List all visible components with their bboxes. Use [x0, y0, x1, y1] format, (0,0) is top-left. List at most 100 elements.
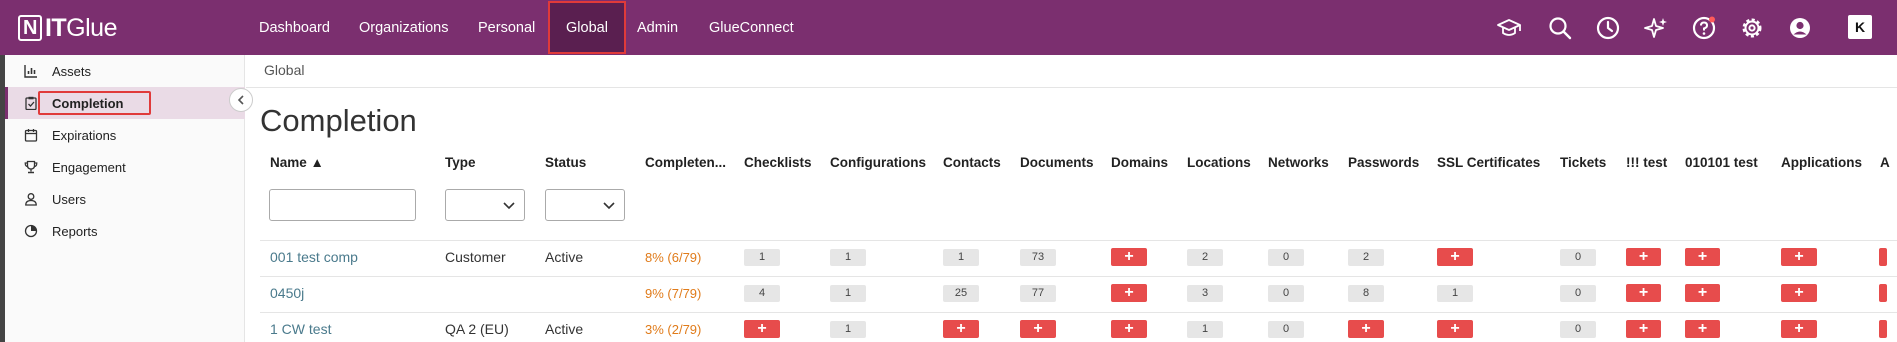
help-icon[interactable] — [1691, 15, 1717, 41]
status-filter-select[interactable] — [545, 189, 625, 221]
col-header-test[interactable]: !!! test — [1626, 155, 1667, 170]
configurations-count[interactable]: 1 — [830, 285, 866, 302]
col-header-type[interactable]: Type — [445, 155, 476, 170]
contacts-count[interactable]: 1 — [943, 249, 979, 266]
col-header-documents[interactable]: Documents — [1020, 155, 1094, 170]
org-name-link[interactable]: 1 CW test — [270, 321, 331, 337]
nav-dashboard[interactable]: Dashboard — [259, 0, 330, 55]
nav-organizations[interactable]: Organizations — [359, 0, 448, 55]
add-ssl-certificate-button[interactable]: + — [1437, 248, 1473, 266]
nav-admin[interactable]: Admin — [637, 0, 678, 55]
passwords-count[interactable]: 2 — [1348, 249, 1384, 266]
documents-count[interactable]: 73 — [1020, 249, 1056, 266]
nav-global[interactable]: Global — [548, 1, 626, 54]
col-header-applications[interactable]: Applications — [1781, 155, 1862, 170]
add-document-button[interactable]: + — [1020, 320, 1056, 338]
org-name-link[interactable]: 001 test comp — [270, 249, 358, 265]
col-header-tickets[interactable]: Tickets — [1560, 155, 1606, 170]
add-domain-button[interactable]: + — [1111, 284, 1147, 302]
col-header-checklists[interactable]: Checklists — [744, 155, 812, 170]
chevron-left-icon — [237, 95, 244, 105]
col-header-contacts[interactable]: Contacts — [943, 155, 1001, 170]
add-domain-button[interactable]: + — [1111, 320, 1147, 338]
col-header-configurations[interactable]: Configurations — [830, 155, 926, 170]
sidebar-item-label: Assets — [52, 63, 92, 79]
add-truncated-button[interactable] — [1879, 320, 1887, 338]
sidebar-item-label: Reports — [52, 223, 98, 239]
sidebar-item-assets[interactable]: Assets — [5, 55, 245, 87]
sidebar-collapse-button[interactable] — [229, 88, 253, 112]
networks-count[interactable]: 0 — [1268, 249, 1304, 266]
col-header-010101-test[interactable]: 010101 test — [1685, 155, 1758, 170]
row-divider — [260, 312, 1897, 313]
tickets-count[interactable]: 0 — [1560, 321, 1596, 338]
col-header-name[interactable]: Name ▲ — [270, 155, 324, 170]
passwords-count[interactable]: 8 — [1348, 285, 1384, 302]
logo-mark: N — [18, 15, 42, 41]
contacts-count[interactable]: 25 — [943, 285, 979, 302]
add-truncated-button[interactable] — [1879, 248, 1887, 266]
add-contact-button[interactable]: + — [943, 320, 979, 338]
sidebar-item-users[interactable]: Users — [5, 183, 245, 215]
sidebar-item-reports[interactable]: Reports — [5, 215, 245, 247]
add-010101-test-button[interactable]: + — [1685, 320, 1720, 338]
breadcrumb-divider — [246, 87, 1897, 88]
checklists-count[interactable]: 4 — [744, 285, 780, 302]
add-password-button[interactable]: + — [1348, 320, 1384, 338]
sparkle-icon[interactable] — [1643, 15, 1669, 41]
col-header-domains[interactable]: Domains — [1111, 155, 1168, 170]
itglue-logo[interactable]: N IT Glue — [18, 13, 117, 43]
org-status: Active — [545, 321, 584, 337]
configurations-count[interactable]: 1 — [830, 321, 866, 338]
add-truncated-button[interactable] — [1879, 284, 1887, 302]
locations-count[interactable]: 1 — [1187, 321, 1223, 338]
add-test-button[interactable]: + — [1626, 284, 1661, 302]
org-name-link[interactable]: 0450j — [270, 285, 304, 301]
breadcrumb[interactable]: Global — [264, 62, 304, 78]
locations-count[interactable]: 3 — [1187, 285, 1223, 302]
graduation-cap-icon[interactable] — [1496, 15, 1522, 41]
tickets-count[interactable]: 0 — [1560, 249, 1596, 266]
col-header-status[interactable]: Status — [545, 155, 586, 170]
add-010101-test-button[interactable]: + — [1685, 248, 1720, 266]
checklists-count[interactable]: 1 — [744, 249, 780, 266]
type-filter-select[interactable] — [445, 189, 525, 221]
col-header-completeness[interactable]: Completen... — [645, 155, 726, 170]
col-header-locations[interactable]: Locations — [1187, 155, 1251, 170]
configurations-count[interactable]: 1 — [830, 249, 866, 266]
chart-icon — [24, 64, 38, 78]
documents-count[interactable]: 77 — [1020, 285, 1056, 302]
search-icon[interactable] — [1547, 15, 1573, 41]
add-application-button[interactable]: + — [1781, 284, 1817, 302]
col-header-networks[interactable]: Networks — [1268, 155, 1329, 170]
sidebar-item-completion[interactable]: Completion — [5, 87, 245, 119]
kaseya-logo[interactable]: K — [1848, 15, 1872, 39]
add-application-button[interactable]: + — [1781, 320, 1817, 338]
name-filter-input[interactable] — [269, 189, 416, 221]
locations-count[interactable]: 2 — [1187, 249, 1223, 266]
add-application-button[interactable]: + — [1781, 248, 1817, 266]
add-010101-test-button[interactable]: + — [1685, 284, 1720, 302]
sidebar-item-engagement[interactable]: Engagement — [5, 151, 245, 183]
add-test-button[interactable]: + — [1626, 248, 1661, 266]
nav-glueconnect[interactable]: GlueConnect — [709, 0, 794, 55]
networks-count[interactable]: 0 — [1268, 321, 1304, 338]
user-account-icon[interactable] — [1787, 15, 1813, 41]
add-test-button[interactable]: + — [1626, 320, 1661, 338]
org-type: QA 2 (EU) — [445, 321, 509, 337]
calendar-icon — [24, 128, 38, 142]
sidebar-item-label: Completion — [52, 95, 124, 111]
add-checklist-button[interactable]: + — [744, 320, 780, 338]
col-header-truncated[interactable]: A — [1880, 155, 1890, 170]
ssl-certificates-count[interactable]: 1 — [1437, 285, 1473, 302]
add-ssl-certificate-button[interactable]: + — [1437, 320, 1473, 338]
add-domain-button[interactable]: + — [1111, 248, 1147, 266]
clock-icon[interactable] — [1595, 15, 1621, 41]
gear-icon[interactable] — [1739, 15, 1765, 41]
nav-personal[interactable]: Personal — [478, 0, 535, 55]
networks-count[interactable]: 0 — [1268, 285, 1304, 302]
col-header-passwords[interactable]: Passwords — [1348, 155, 1419, 170]
col-header-ssl-certificates[interactable]: SSL Certificates — [1437, 155, 1540, 170]
tickets-count[interactable]: 0 — [1560, 285, 1596, 302]
sidebar-item-expirations[interactable]: Expirations — [5, 119, 245, 151]
